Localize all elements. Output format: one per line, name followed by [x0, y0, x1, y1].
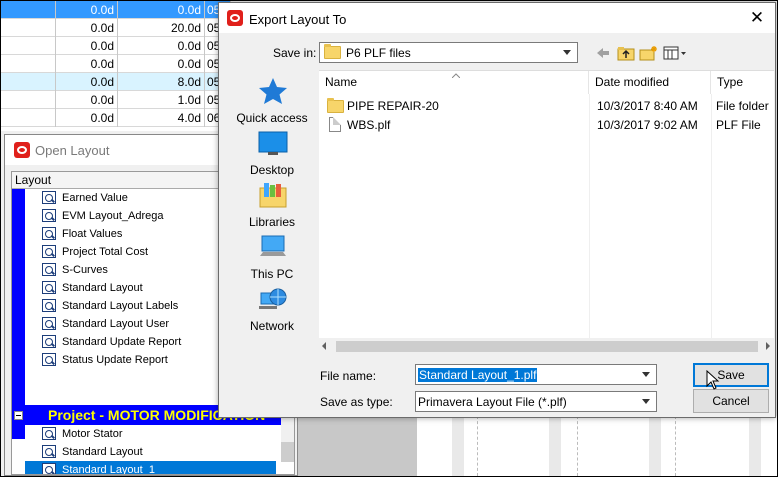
oracle-logo-icon [14, 142, 30, 158]
grid-cell: 4.0d [118, 109, 205, 127]
cancel-button[interactable]: Cancel [693, 389, 769, 413]
place-desktop[interactable]: Desktop [227, 127, 317, 177]
layout-icon [42, 353, 56, 366]
new-folder-icon[interactable] [639, 45, 659, 61]
export-dialog-title: Export Layout To [249, 12, 347, 27]
layout-item[interactable]: Standard Layout [25, 443, 283, 461]
up-folder-icon[interactable] [617, 45, 635, 61]
save-as-type-dropdown[interactable]: Primavera Layout File (*.plf) [415, 391, 657, 412]
view-menu-icon[interactable] [663, 45, 687, 61]
layout-icon [42, 191, 56, 204]
layout-group-bar [12, 189, 25, 439]
grid-cell: 20.0d [118, 19, 205, 37]
grid-cell: 0.0d [56, 19, 118, 37]
file-date: 10/3/2017 9:02 AM [597, 118, 698, 132]
layout-icon [42, 445, 56, 458]
file-type: PLF File [716, 118, 761, 132]
layout-icon [42, 245, 56, 258]
open-layout-title: Open Layout [35, 143, 110, 158]
grid-cell: 0.0d [56, 55, 118, 73]
save-in-label: Save in: [273, 46, 317, 60]
background-activity-grid: 0.0d 0.0d 05 0.0d 20.0d 05 0.0d 0.0d 05 … [1, 1, 231, 131]
place-this-pc[interactable]: This PC [227, 231, 317, 281]
grid-row[interactable]: 0.0d 1.0d 05 [1, 91, 231, 109]
save-in-dropdown[interactable]: P6 PLF files [319, 42, 578, 63]
file-name: WBS.plf [347, 118, 391, 132]
file-name-input[interactable]: Standard Layout_1.plf [415, 364, 657, 385]
file-list[interactable]: Name Date modified Type PIPE REPAIR-20 1… [319, 70, 774, 355]
file-row[interactable]: PIPE REPAIR-20 10/3/2017 8:40 AM File fo… [319, 96, 774, 116]
layout-item-selected[interactable]: Standard Layout_1 [25, 461, 276, 474]
grid-cell: 0.0d [56, 91, 118, 109]
layout-icon [42, 227, 56, 240]
grid-row[interactable]: 0.0d 0.0d 05 [1, 1, 231, 19]
save-as-type-label: Save as type: [320, 395, 393, 409]
grid-row[interactable]: 0.0d 0.0d 05 [1, 37, 231, 55]
star-icon [259, 78, 287, 104]
layout-icon [42, 263, 56, 276]
place-quick-access[interactable]: Quick access [227, 75, 317, 125]
layout-icon [42, 463, 56, 474]
column-header-date[interactable]: Date modified [589, 71, 711, 94]
file-type: File folder [716, 99, 769, 113]
grid-cell: 8.0d [118, 73, 205, 91]
close-button[interactable]: ✕ [747, 8, 767, 28]
grid-cell: 0.0d [56, 37, 118, 55]
chevron-down-icon[interactable] [559, 44, 576, 61]
grid-row[interactable]: 0.0d 4.0d 06 [1, 109, 231, 127]
export-layout-dialog: Export Layout To ✕ Save in: P6 PLF files [218, 2, 776, 418]
folder-icon [324, 44, 341, 59]
place-libraries[interactable]: Libraries [227, 179, 317, 229]
libraries-icon [259, 183, 287, 208]
grid-cell: 0.0d [56, 1, 118, 19]
collapse-icon[interactable] [14, 411, 23, 420]
file-name-label: File name: [320, 369, 377, 383]
layout-item[interactable]: Motor Stator [25, 425, 283, 443]
layout-icon [42, 209, 56, 222]
layout-icon [42, 317, 56, 330]
save-button[interactable]: Save [693, 363, 769, 387]
layout-list-scroll-thumb[interactable] [281, 442, 294, 462]
layout-icon [42, 427, 56, 440]
file-list-horizontal-scrollbar[interactable] [319, 338, 774, 355]
background-panel [297, 416, 417, 476]
network-icon [259, 288, 287, 309]
file-name: PIPE REPAIR-20 [347, 99, 439, 113]
file-row[interactable]: WBS.plf 10/3/2017 9:02 AM PLF File [319, 115, 774, 135]
folder-icon [327, 98, 344, 113]
oracle-logo-icon [227, 10, 243, 26]
grid-cell: 1.0d [118, 91, 205, 109]
grid-cell: 0.0d [56, 109, 118, 127]
grid-cell: 0.0d [56, 73, 118, 91]
chevron-down-icon[interactable] [638, 366, 655, 383]
grid-row[interactable]: 0.0d 20.0d 05 [1, 19, 231, 37]
back-arrow-icon[interactable] [595, 45, 611, 61]
background-gantt-chart [417, 416, 777, 476]
grid-row[interactable]: 0.0d 0.0d 05 [1, 55, 231, 73]
grid-cell: 0.0d [118, 37, 205, 55]
places-bar: Quick access Desktop Libraries This PC N… [227, 70, 317, 340]
place-network[interactable]: Network [227, 283, 317, 333]
layout-icon [42, 335, 56, 348]
document-icon [329, 117, 341, 132]
mouse-pointer-icon [706, 370, 720, 390]
grid-row[interactable]: 0.0d 8.0d 05 [1, 73, 231, 91]
desktop-icon [258, 131, 288, 155]
computer-icon [260, 235, 286, 256]
grid-cell: 0.0d [118, 1, 205, 19]
scroll-right-icon[interactable] [766, 342, 770, 350]
column-header-type[interactable]: Type [711, 71, 774, 94]
file-date: 10/3/2017 8:40 AM [597, 99, 698, 113]
layout-icon [42, 281, 56, 294]
export-dialog-titlebar[interactable]: Export Layout To ✕ [219, 3, 775, 33]
file-list-scroll-thumb[interactable] [336, 341, 758, 352]
sort-up-icon [452, 73, 460, 78]
screenshot-frame: 0.0d 0.0d 05 0.0d 20.0d 05 0.0d 0.0d 05 … [1, 1, 777, 476]
scroll-left-icon[interactable] [322, 342, 326, 350]
grid-cell: 0.0d [118, 55, 205, 73]
chevron-down-icon[interactable] [638, 393, 655, 410]
layout-icon [42, 299, 56, 312]
